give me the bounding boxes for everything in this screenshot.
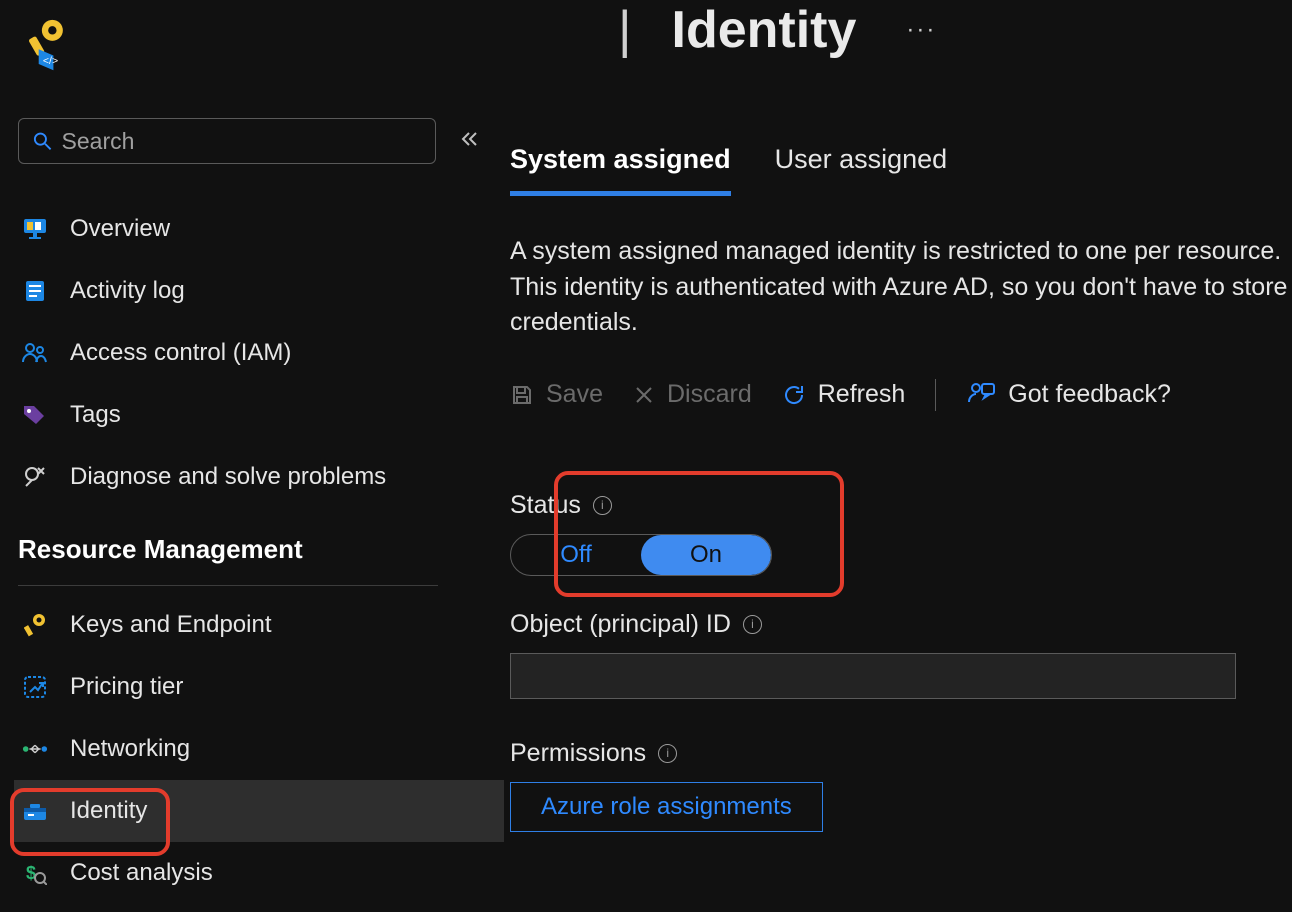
info-icon[interactable]: i <box>743 615 762 634</box>
sidebar: </> Overview <box>0 0 510 912</box>
identity-tabs: System assigned User assigned <box>510 144 1292 196</box>
status-label: Status <box>510 491 581 520</box>
refresh-button[interactable]: Refresh <box>782 380 906 409</box>
overview-icon <box>22 217 48 241</box>
sidebar-item-identity[interactable]: Identity <box>14 780 504 842</box>
activity-log-icon <box>22 279 48 303</box>
sidebar-item-label: Tags <box>70 401 121 429</box>
keyvault-logo-icon: </> <box>24 16 66 72</box>
svg-text:</>: </> <box>43 55 58 67</box>
feedback-label: Got feedback? <box>1008 380 1171 409</box>
collapse-sidebar-icon[interactable] <box>460 131 478 152</box>
feedback-button[interactable]: Got feedback? <box>966 380 1171 409</box>
sidebar-item-cost-analysis[interactable]: $ Cost analysis <box>18 842 510 904</box>
main-content: | Identity ··· System assigned User assi… <box>510 0 1292 912</box>
sidebar-item-label: Access control (IAM) <box>70 339 291 367</box>
refresh-icon <box>782 383 806 407</box>
tab-system-assigned[interactable]: System assigned <box>510 144 731 196</box>
toolbar-separator <box>935 379 936 411</box>
discard-icon <box>633 384 655 406</box>
feedback-icon <box>966 382 996 408</box>
sidebar-item-label: Diagnose and solve problems <box>70 463 386 491</box>
search-input-wrapper[interactable] <box>18 118 436 164</box>
access-control-icon <box>22 342 48 364</box>
object-id-block: Object (principal) ID i <box>510 610 1292 699</box>
sidebar-item-label: Identity <box>70 797 147 825</box>
object-id-input[interactable] <box>510 653 1236 699</box>
tab-user-assigned[interactable]: User assigned <box>775 144 948 196</box>
sidebar-item-label: Keys and Endpoint <box>70 611 271 639</box>
more-icon[interactable]: ··· <box>906 16 936 44</box>
permissions-label: Permissions <box>510 739 646 768</box>
diagnose-icon <box>22 465 48 489</box>
section-header-resource-management: Resource Management <box>18 534 510 585</box>
tags-icon <box>22 404 48 426</box>
discard-button: Discard <box>633 380 752 409</box>
sidebar-item-pricing-tier[interactable]: Pricing tier <box>18 656 510 718</box>
key-icon <box>22 613 48 637</box>
save-icon <box>510 383 534 407</box>
page-header: | Identity ··· <box>618 0 1292 60</box>
save-button: Save <box>510 380 603 409</box>
toggle-off[interactable]: Off <box>511 535 641 575</box>
save-label: Save <box>546 380 603 409</box>
sidebar-item-tags[interactable]: Tags <box>18 384 510 446</box>
sidebar-item-label: Pricing tier <box>70 673 183 701</box>
page-title: Identity <box>672 0 857 60</box>
networking-icon <box>22 740 48 758</box>
sidebar-item-networking[interactable]: Networking <box>18 718 510 780</box>
azure-role-assignments-button[interactable]: Azure role assignments <box>510 782 823 832</box>
sidebar-item-access-control[interactable]: Access control (IAM) <box>18 322 510 384</box>
sidebar-item-label: Activity log <box>70 277 185 305</box>
status-toggle[interactable]: Off On <box>510 534 772 576</box>
object-id-label: Object (principal) ID <box>510 610 731 639</box>
sidebar-item-label: Overview <box>70 215 170 243</box>
toggle-on[interactable]: On <box>641 535 771 575</box>
info-icon[interactable]: i <box>658 744 677 763</box>
status-block: Status i Off On <box>510 491 796 576</box>
sidebar-item-label: Cost analysis <box>70 859 213 887</box>
cost-analysis-icon: $ <box>22 861 48 885</box>
sidebar-item-overview[interactable]: Overview <box>18 198 510 260</box>
search-input[interactable] <box>62 128 421 155</box>
refresh-label: Refresh <box>818 380 906 409</box>
sidebar-item-label: Networking <box>70 735 190 763</box>
search-icon <box>33 131 52 151</box>
section-divider <box>18 585 438 586</box>
sidebar-item-keys-endpoint[interactable]: Keys and Endpoint <box>18 594 510 656</box>
discard-label: Discard <box>667 380 752 409</box>
identity-icon <box>22 800 48 822</box>
sidebar-item-activity-log[interactable]: Activity log <box>18 260 510 322</box>
permissions-block: Permissions i Azure role assignments <box>510 739 1292 832</box>
info-icon[interactable]: i <box>593 496 612 515</box>
tab-description: A system assigned managed identity is re… <box>510 234 1290 341</box>
sidebar-item-diagnose[interactable]: Diagnose and solve problems <box>18 446 510 508</box>
toolbar: Save Discard Refresh Got feedback? <box>510 379 1292 411</box>
header-separator: | <box>618 0 632 60</box>
pricing-tier-icon <box>22 675 48 699</box>
